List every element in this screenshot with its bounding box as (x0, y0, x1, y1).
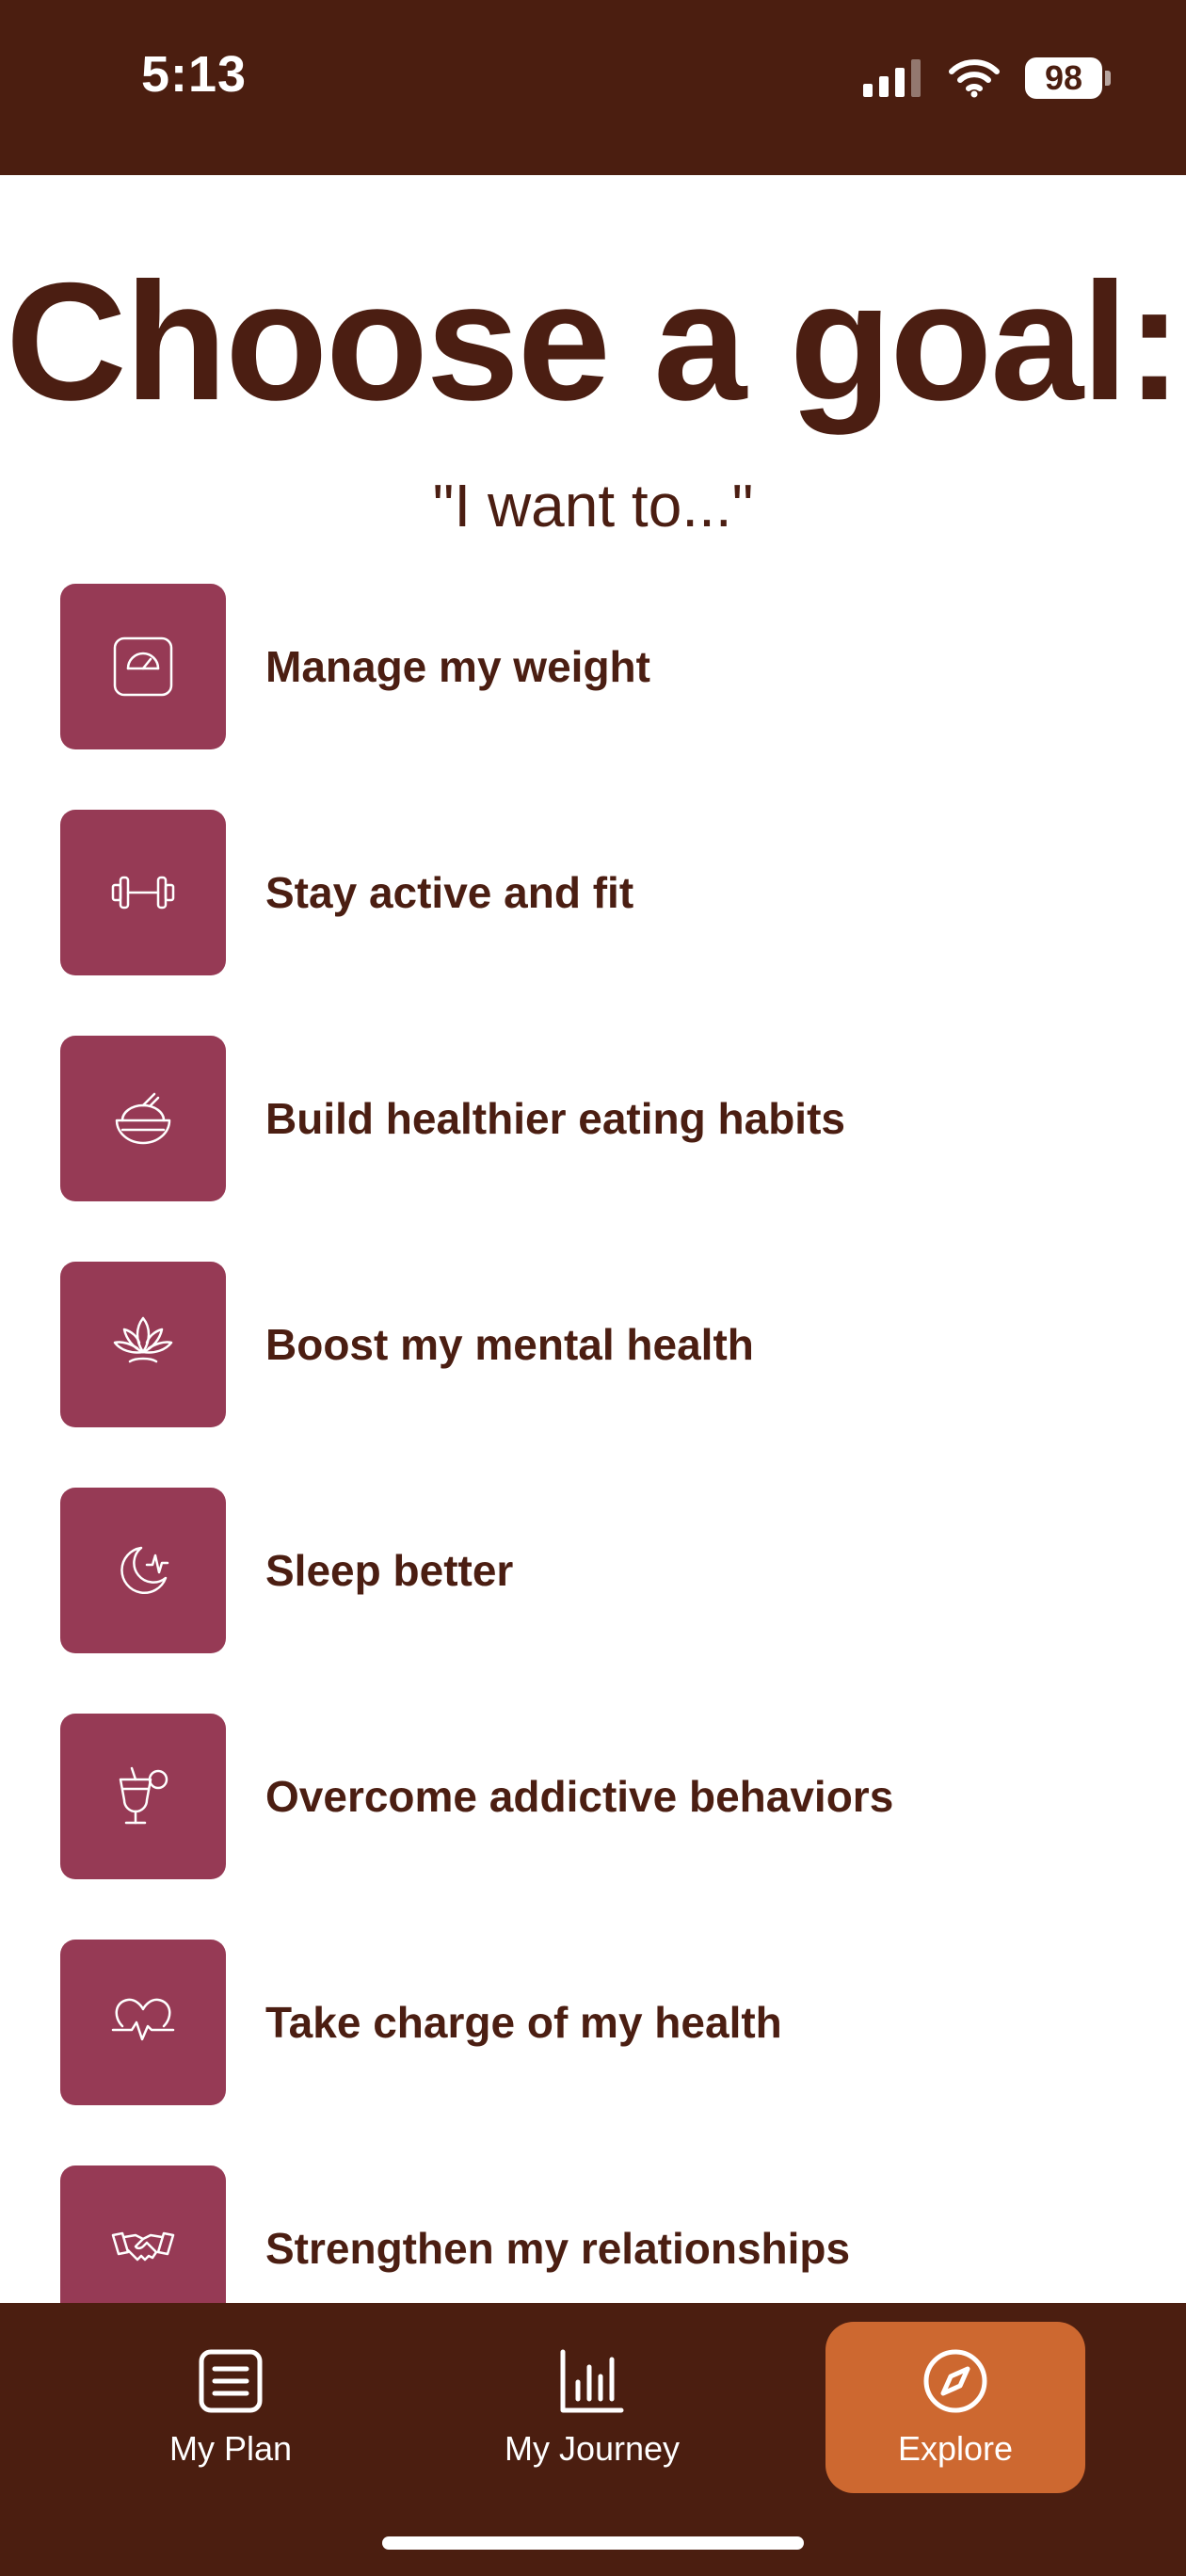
tab-my-plan[interactable]: My Plan (101, 2322, 361, 2493)
battery-level: 98 (1025, 57, 1102, 99)
goal-label: Manage my weight (265, 642, 650, 691)
bar-chart-icon (560, 2349, 624, 2413)
tab-my-journey[interactable]: My Journey (462, 2322, 722, 2493)
goal-label: Strengthen my relationships (265, 2224, 851, 2273)
battery-tip (1105, 71, 1111, 86)
tab-label: Explore (897, 2429, 1014, 2468)
goal-label: Stay active and fit (265, 868, 634, 917)
wifi-icon (949, 59, 1000, 98)
tab-label: My Journey (504, 2429, 681, 2468)
status-indicators: 98 (861, 55, 1111, 102)
dumbbell-icon (111, 876, 175, 910)
cocktail-icon (119, 1766, 168, 1825)
heartbeat-icon (111, 1998, 175, 2041)
tab-label: My Plan (168, 2429, 293, 2468)
battery-indicator: 98 (1025, 57, 1111, 99)
tab-bar: My Plan My Journey Explore (0, 2303, 1186, 2576)
goal-tile (60, 1714, 226, 1879)
goal-tile (60, 1488, 226, 1653)
goal-label: Sleep better (265, 1546, 514, 1595)
goal-item-manage-weight[interactable]: Manage my weight (60, 584, 1124, 749)
goal-tile (60, 1036, 226, 1201)
cellular-signal-icon (863, 59, 921, 97)
home-indicator (382, 2536, 804, 2550)
tab-explore[interactable]: Explore (825, 2322, 1085, 2493)
list-icon (199, 2349, 263, 2413)
moon-icon (120, 1546, 169, 1594)
goal-label: Take charge of my health (265, 1998, 782, 2047)
compass-icon (923, 2349, 987, 2413)
status-time: 5:13 (141, 46, 248, 103)
goal-item-take-charge[interactable]: Take charge of my health (60, 1940, 1124, 2105)
goal-item-addictive-behaviors[interactable]: Overcome addictive behaviors (60, 1714, 1124, 1879)
page-title: Choose a goal: (6, 248, 1182, 435)
goal-item-sleep-better[interactable]: Sleep better (60, 1488, 1124, 1653)
goal-item-healthy-eating[interactable]: Build healthier eating habits (60, 1036, 1124, 1201)
goal-label: Overcome addictive behaviors (265, 1772, 894, 1821)
food-bowl-icon (115, 1092, 171, 1145)
goal-label: Boost my mental health (265, 1320, 754, 1369)
goal-item-stay-active[interactable]: Stay active and fit (60, 810, 1124, 975)
lotus-icon (113, 1316, 173, 1363)
page-subtitle: "I want to..." (432, 472, 754, 539)
goal-tile (60, 584, 226, 749)
goal-label: Build healthier eating habits (265, 1094, 845, 1143)
goal-tile (60, 810, 226, 975)
handshake-icon (111, 2231, 175, 2262)
scale-icon (113, 636, 173, 697)
goal-tile (60, 1940, 226, 2105)
goal-item-mental-health[interactable]: Boost my mental health (60, 1262, 1124, 1427)
goal-tile (60, 1262, 226, 1427)
status-bar: 5:13 98 (0, 0, 1186, 175)
